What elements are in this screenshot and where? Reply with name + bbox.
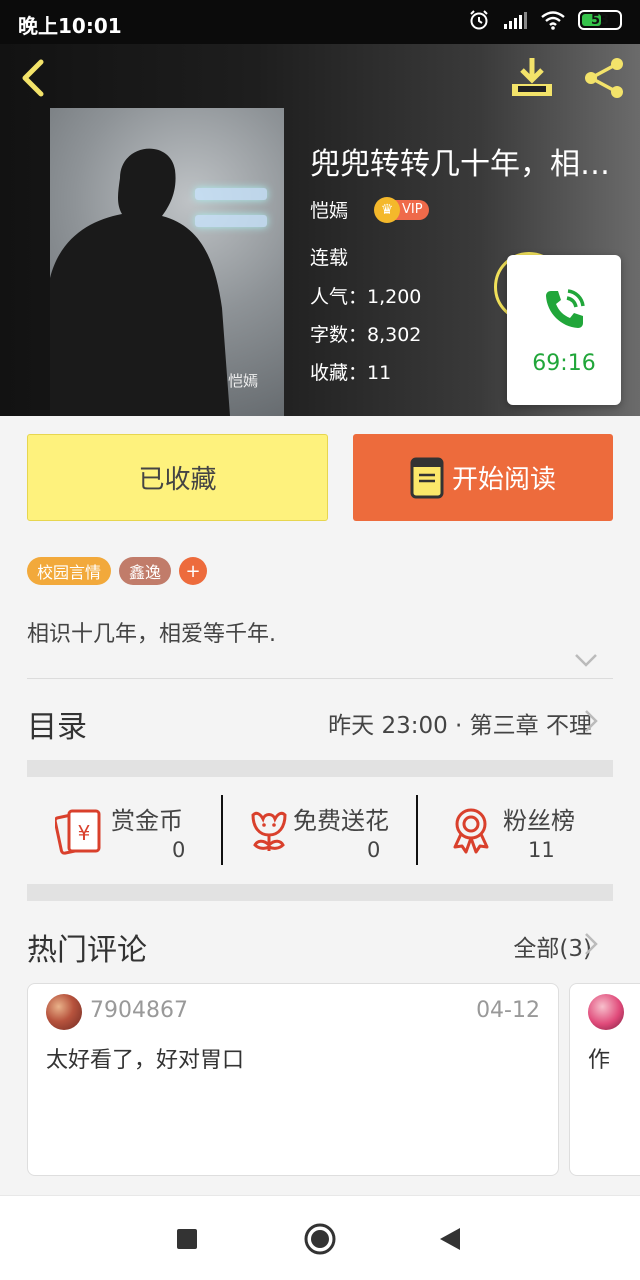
download-icon[interactable] — [508, 56, 556, 100]
metric-value: 11 — [528, 838, 555, 862]
collected-button[interactable]: 已收藏 — [27, 434, 328, 521]
vip-badge: ♛ VIP — [374, 196, 429, 223]
status-icons: 53 — [468, 9, 622, 31]
book-title: 兜兜转转几十年，相爱... — [310, 147, 630, 182]
back-icon[interactable] — [14, 56, 54, 100]
book-status: 连载 — [310, 247, 349, 269]
wifi-icon — [541, 11, 565, 30]
home-icon[interactable] — [303, 1222, 337, 1256]
battery-icon: 53 — [578, 10, 622, 30]
recent-apps-icon[interactable] — [170, 1222, 204, 1256]
comment-text: 作 — [588, 1048, 611, 1073]
author-row: 恺嫣 ♛ VIP — [310, 196, 429, 223]
comment-date: 04-12 — [476, 998, 540, 1023]
all-comments-link[interactable]: 全部(3) — [513, 929, 592, 963]
collected-label: 已收藏 — [138, 465, 217, 495]
book-popularity: 人气：1,200 — [310, 286, 422, 308]
metrics-row: ¥ 赏金币 0 免费送花 0 粉丝榜 11 — [27, 793, 613, 868]
metric-label: 粉丝榜 — [503, 807, 575, 835]
hot-comments-title: 热门评论 — [27, 933, 147, 968]
back-nav-icon[interactable] — [434, 1222, 468, 1256]
crown-icon: ♛ — [374, 196, 401, 223]
tag-list: 校园言情 鑫逸 + — [27, 557, 208, 585]
alarm-icon — [470, 10, 488, 30]
cover-neon-text — [195, 215, 267, 227]
metric-value: 0 — [367, 838, 381, 862]
book-icon — [410, 457, 444, 498]
red-envelope-icon: ¥ — [55, 809, 101, 855]
metric-separator — [416, 795, 418, 865]
comment-card[interactable]: 7904867 04-12 太好看了，好对胃口 — [27, 983, 559, 1176]
catalog-title[interactable]: 目录 — [27, 702, 87, 746]
cover-signature: 恺嫣 — [228, 372, 259, 390]
metric-free-flowers[interactable]: 免费送花 0 — [243, 793, 423, 868]
chevron-right-icon[interactable] — [584, 709, 598, 733]
tag-chip[interactable]: 校园言情 — [27, 557, 112, 585]
section-divider — [27, 884, 613, 901]
cover-neon-text — [195, 188, 267, 200]
call-overlay[interactable]: 69:16 — [507, 255, 621, 405]
chevron-right-icon[interactable] — [584, 932, 598, 956]
status-time: 晚上10:01 — [18, 14, 122, 38]
add-tag-button[interactable]: + — [179, 557, 208, 585]
flower-icon — [251, 811, 287, 851]
start-reading-button[interactable]: 开始阅读 — [353, 434, 613, 521]
book-favorites: 收藏：11 — [310, 362, 392, 384]
metric-fan-ranking[interactable]: 粉丝榜 11 — [451, 793, 621, 868]
comment-text: 太好看了，好对胃口 — [46, 1048, 245, 1073]
expand-chevron-icon[interactable] — [574, 652, 598, 668]
comment-user[interactable]: 7904867 — [90, 998, 188, 1023]
start-reading-label: 开始阅读 — [451, 465, 556, 495]
call-timer: 69:16 — [532, 351, 596, 376]
avatar[interactable] — [46, 994, 82, 1030]
catalog-latest-chapter[interactable]: 昨天 23:00 · 第三章 不理 — [328, 706, 592, 740]
metric-value: 0 — [172, 838, 186, 862]
metric-separator — [221, 795, 223, 865]
share-icon[interactable] — [580, 56, 628, 100]
avatar[interactable] — [588, 994, 624, 1030]
phone-call-icon — [546, 289, 585, 328]
author-name[interactable]: 恺嫣 — [310, 196, 348, 223]
metric-label: 赏金币 — [111, 807, 183, 835]
book-summary: 相识十几年，相爱等千年. — [27, 622, 276, 647]
system-nav-bar — [0, 1195, 640, 1280]
section-divider — [27, 760, 613, 777]
tag-chip[interactable]: 鑫逸 — [119, 557, 172, 585]
divider — [27, 678, 613, 679]
status-bar: 晚上10:01 53 — [0, 0, 640, 44]
metric-reward-coins[interactable]: ¥ 赏金币 0 — [55, 793, 225, 868]
book-word-count: 字数：8,302 — [310, 324, 422, 346]
metric-label: 免费送花 — [293, 807, 389, 835]
comment-card[interactable]: 作 — [569, 983, 640, 1176]
medal-icon — [453, 808, 489, 854]
battery-text: 53 — [590, 12, 610, 28]
book-cover[interactable]: 恺嫣 — [50, 108, 284, 416]
svg-text:¥: ¥ — [78, 821, 91, 845]
signal-icon — [504, 12, 527, 29]
